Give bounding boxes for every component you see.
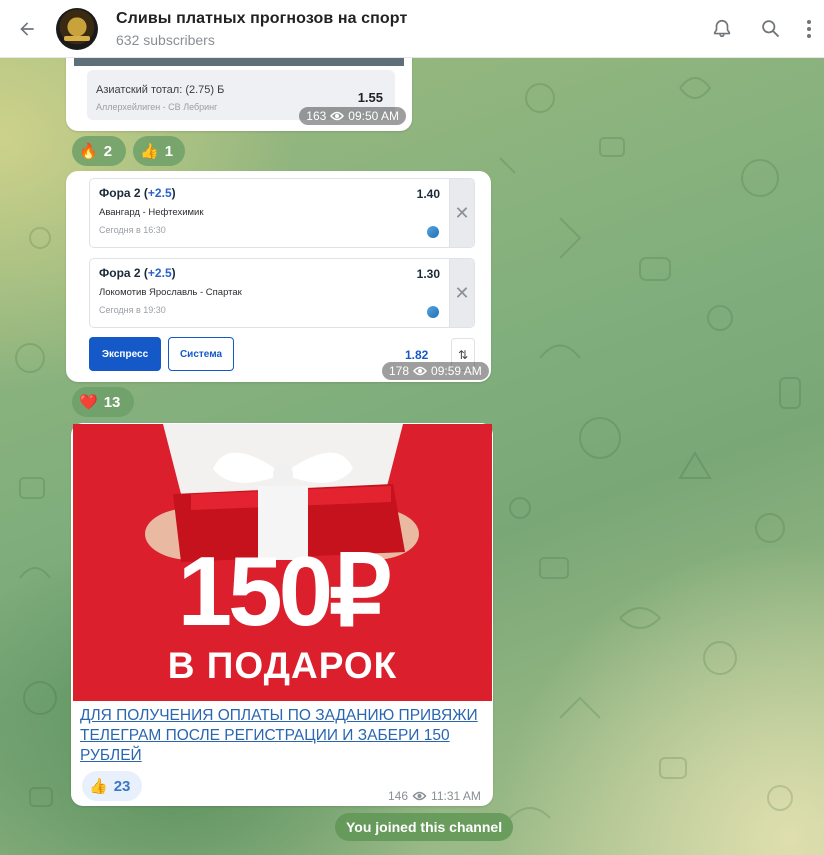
promo-image[interactable]: 150₽ В ПОДАРОК	[73, 424, 492, 701]
back-button[interactable]	[2, 0, 52, 58]
view-count: 178	[389, 364, 410, 378]
service-message: You joined this channel	[335, 813, 514, 841]
reaction-count: 23	[113, 777, 131, 795]
header-actions	[698, 0, 824, 58]
bet-odds: 1.55	[357, 90, 383, 105]
reaction-heart[interactable]: ❤️ 13	[72, 387, 134, 417]
close-icon: ✕	[454, 202, 470, 223]
selection-time: Сегодня в 16:30	[99, 225, 166, 235]
promo-caption: В ПОДАРОК	[167, 645, 398, 686]
promo-link[interactable]: ДЛЯ ПОЛУЧЕНИЯ ОПЛАТЫ ПО ЗАДАНИЮ ПРИВЯЖИ …	[80, 706, 486, 766]
reaction-count: 13	[103, 393, 121, 411]
channel-info[interactable]: Сливы платных прогнозов на спорт 632 sub…	[116, 10, 407, 48]
remove-selection-button[interactable]: ✕	[449, 179, 474, 247]
view-count: 146	[388, 789, 409, 803]
bet-selection-2: Фора 2 (+2.5) 1.30 Локомотив Ярославль -…	[89, 258, 475, 328]
thumbs-up-icon: 👍	[140, 143, 159, 160]
bell-icon	[713, 19, 731, 37]
search-icon	[761, 20, 779, 37]
more-vertical-icon	[807, 19, 811, 38]
message-time: 09:59 AM	[431, 364, 482, 378]
eye-icon	[330, 111, 345, 121]
message-time: 11:31 AM	[431, 789, 481, 803]
subscriber-count: 632 subscribers	[116, 31, 215, 48]
sport-ball-icon	[427, 226, 439, 238]
thumbs-up-icon: 👍	[89, 778, 108, 795]
system-button[interactable]: Система	[168, 337, 234, 371]
heart-icon: ❤️	[79, 394, 98, 411]
selection-type: Фора 2 (+2.5)	[99, 266, 176, 280]
close-icon: ✕	[454, 282, 470, 303]
arrow-left-icon	[20, 21, 34, 36]
more-button[interactable]	[794, 0, 824, 58]
swap-icon: ⇅	[457, 347, 469, 362]
mute-button[interactable]	[698, 0, 746, 58]
total-odds: 1.82	[405, 348, 429, 362]
selection-match: Авангард - Нефтехимик	[99, 207, 204, 218]
chat-header: Сливы платных прогнозов на спорт 632 sub…	[0, 0, 824, 58]
message-meta: 163 09:50 AM	[299, 107, 406, 125]
reaction-thumbs-up[interactable]: 👍 1	[133, 136, 185, 166]
fire-icon: 🔥	[79, 143, 98, 160]
remove-selection-button[interactable]: ✕	[449, 259, 474, 327]
express-button[interactable]: Экспресс	[89, 337, 161, 371]
reaction-count: 1	[164, 142, 174, 160]
search-button[interactable]	[746, 0, 794, 58]
promo-amount: 150₽	[177, 536, 392, 646]
bet-label: Азиатский тотал: (2.75) Б	[96, 84, 225, 96]
view-count: 163	[306, 109, 327, 123]
eye-icon	[413, 366, 428, 376]
reaction-thumbs-up[interactable]: 👍 23	[82, 771, 142, 801]
channel-title: Сливы платных прогнозов на спорт	[116, 9, 408, 27]
message-1[interactable]: Азиатский тотал: (2.75) Б Аллерхейлиген …	[66, 52, 412, 131]
selection-odds: 1.30	[416, 267, 440, 281]
message-time: 09:50 AM	[348, 109, 399, 123]
reaction-fire[interactable]: 🔥 2	[72, 136, 126, 166]
channel-avatar[interactable]	[56, 7, 98, 50]
selection-time: Сегодня в 19:30	[99, 305, 166, 315]
message-meta: 178 09:59 AM	[382, 362, 489, 380]
bet-selection-1: Фора 2 (+2.5) 1.40 Авангард - Нефтехимик…	[89, 178, 475, 248]
selection-type: Фора 2 (+2.5)	[99, 186, 176, 200]
eye-icon	[412, 791, 427, 801]
message-meta: 146 11:31 AM	[381, 787, 488, 805]
selection-odds: 1.40	[416, 187, 440, 201]
selection-match: Локомотив Ярославль - Спартак	[99, 287, 242, 298]
reaction-count: 2	[103, 142, 113, 160]
bet-match: Аллерхейлиген - СВ Лебринг	[96, 102, 218, 112]
sport-ball-icon	[427, 306, 439, 318]
